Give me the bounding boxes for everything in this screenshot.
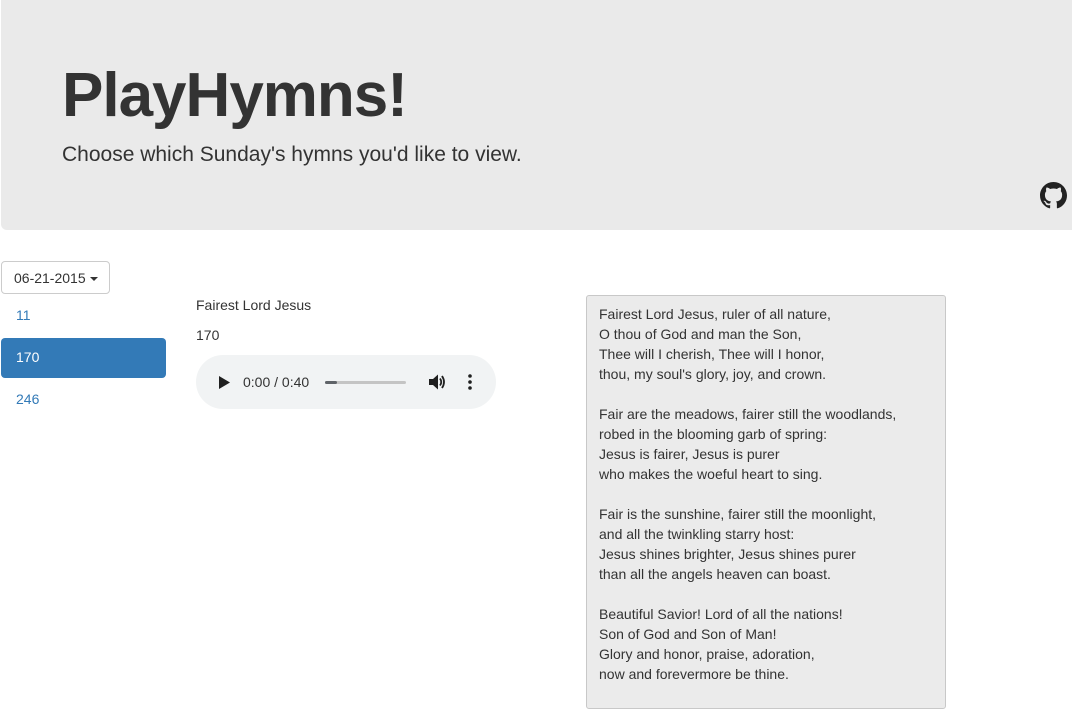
audio-progress-bar[interactable] bbox=[325, 381, 406, 384]
lyrics-line: Glory and honor, praise, adoration, bbox=[599, 646, 815, 662]
hymn-list-item-11[interactable]: 11 bbox=[1, 296, 166, 336]
lyrics-line: thou, my soul's glory, joy, and crown. bbox=[599, 366, 827, 382]
lyrics-line: Fair is the sunshine, fairer still the m… bbox=[599, 506, 877, 522]
audio-time: 0:00 / 0:40 bbox=[243, 374, 310, 390]
lyrics-line: Jesus is fairer, Jesus is purer bbox=[599, 446, 780, 462]
lyrics-line: now and forevermore be thine. bbox=[599, 666, 789, 682]
lyrics-line: and all the twinkling starry host: bbox=[599, 526, 795, 542]
more-options-icon[interactable] bbox=[468, 374, 472, 390]
audio-player: 0:00 / 0:40 bbox=[196, 355, 496, 409]
lyrics-verse: Fair is the sunshine, fairer still the m… bbox=[599, 504, 933, 584]
lyrics-line: Thee will I cherish, Thee will I honor, bbox=[599, 346, 825, 362]
lyrics-line: Fair are the meadows, fairer still the w… bbox=[599, 406, 897, 422]
date-dropdown-button[interactable]: 06-21-2015 bbox=[1, 261, 110, 294]
lyrics-line: Jesus shines brighter, Jesus shines pure… bbox=[599, 546, 856, 562]
lyrics-line: Son of God and Son of Man! bbox=[599, 626, 777, 642]
volume-icon[interactable] bbox=[429, 374, 446, 390]
lyrics-verse: Beautiful Savior! Lord of all the nation… bbox=[599, 604, 933, 684]
play-icon[interactable] bbox=[218, 376, 230, 389]
caret-down-icon bbox=[89, 276, 98, 281]
header-jumbotron: PlayHymns! Choose which Sunday's hymns y… bbox=[1, 0, 1072, 230]
hymn-list-item-246[interactable]: 246 bbox=[1, 380, 166, 420]
lyrics-verse: Fair are the meadows, fairer still the w… bbox=[599, 404, 933, 484]
lyrics-verse: Fairest Lord Jesus, ruler of all nature,… bbox=[599, 304, 933, 384]
lyrics-line: robed in the blooming garb of spring: bbox=[599, 426, 828, 442]
lyrics-line: than all the angels heaven can boast. bbox=[599, 566, 831, 582]
lyrics-line: Fairest Lord Jesus, ruler of all nature, bbox=[599, 306, 831, 322]
hymn-name: Fairest Lord Jesus bbox=[196, 297, 312, 313]
lyrics-line: Beautiful Savior! Lord of all the nation… bbox=[599, 606, 843, 622]
github-icon[interactable] bbox=[1040, 182, 1067, 209]
hymn-list: 11 170 246 bbox=[1, 296, 166, 422]
hymn-number: 170 bbox=[196, 327, 220, 343]
lyrics-textarea[interactable]: Fairest Lord Jesus, ruler of all nature,… bbox=[586, 295, 946, 709]
lyrics-line: O thou of God and man the Son, bbox=[599, 326, 802, 342]
app-title: PlayHymns! bbox=[62, 61, 408, 130]
hymn-list-item-170[interactable]: 170 bbox=[1, 338, 166, 378]
app-subtitle: Choose which Sunday's hymns you'd like t… bbox=[62, 143, 522, 166]
selected-date: 06-21-2015 bbox=[14, 269, 86, 286]
lyrics-line: who makes the woeful heart to sing. bbox=[599, 466, 823, 482]
audio-progress-fill bbox=[325, 381, 338, 384]
